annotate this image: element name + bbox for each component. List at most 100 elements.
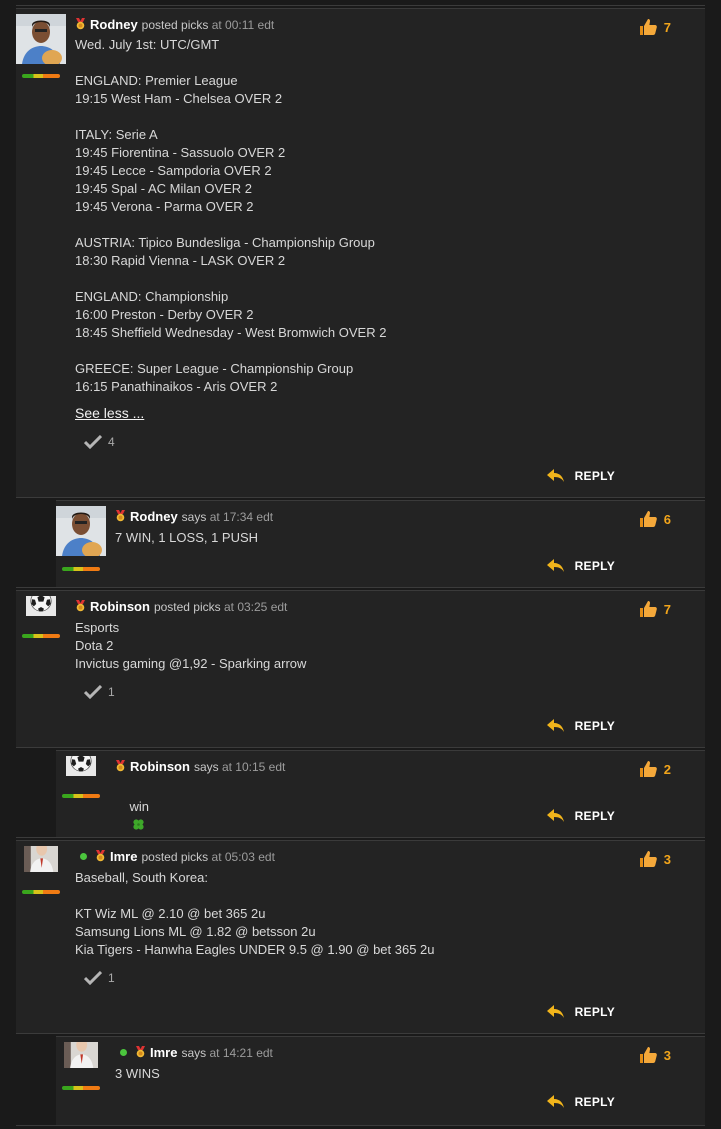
avatar-imre[interactable] bbox=[56, 1042, 106, 1076]
checkmark-icon bbox=[84, 435, 102, 449]
like-button[interactable]: 7 bbox=[638, 17, 671, 37]
reply-arrow-icon bbox=[547, 719, 565, 733]
avatar-robinson[interactable] bbox=[56, 756, 106, 786]
like-count: 3 bbox=[663, 851, 671, 867]
comment-time: at 17:34 edt bbox=[209, 510, 274, 524]
thumbs-up-icon bbox=[638, 509, 658, 529]
reply-button[interactable]: REPLY bbox=[547, 719, 615, 733]
like-button[interactable]: 3 bbox=[638, 1045, 671, 1065]
avatar-robinson[interactable] bbox=[16, 596, 66, 626]
avatar-rodney[interactable] bbox=[56, 506, 106, 556]
rank-bar bbox=[22, 634, 60, 638]
comment-text: win bbox=[129, 799, 149, 814]
check-number: 1 bbox=[108, 971, 115, 985]
reply-arrow-icon bbox=[547, 1005, 565, 1019]
rank-bar bbox=[62, 1086, 100, 1090]
thumbs-up-icon bbox=[638, 759, 658, 779]
thumbs-up-icon bbox=[638, 17, 658, 37]
reply-button[interactable]: REPLY bbox=[547, 559, 615, 573]
check-count[interactable]: 1 bbox=[84, 971, 115, 985]
reply-robinson: Robinson says at 10:15 edt 2 win REPLY bbox=[56, 750, 705, 837]
thumbs-up-icon bbox=[638, 1045, 658, 1065]
like-button[interactable]: 2 bbox=[638, 759, 671, 779]
comment-body: Baseball, South Korea: KT Wiz ML @ 2.10 … bbox=[75, 870, 435, 957]
reply-arrow-icon bbox=[547, 469, 565, 483]
medal-icon bbox=[115, 760, 126, 772]
comment-action: says bbox=[193, 760, 219, 774]
comment-time: at 14:21 edt bbox=[209, 1046, 273, 1060]
rank-bar bbox=[22, 74, 60, 78]
reply-label: REPLY bbox=[574, 559, 615, 573]
reply-button[interactable]: REPLY bbox=[547, 469, 615, 483]
like-button[interactable]: 7 bbox=[638, 599, 671, 619]
reply-arrow-icon bbox=[547, 809, 565, 823]
reply-label: REPLY bbox=[574, 1005, 615, 1019]
author-name[interactable]: Robinson bbox=[90, 599, 150, 614]
reply-label: REPLY bbox=[574, 719, 615, 733]
comment-header: Robinson says at 10:15 edt bbox=[115, 759, 285, 774]
comment-header: Imre says at 14:21 edt bbox=[120, 1045, 273, 1060]
reply-button[interactable]: REPLY bbox=[547, 1095, 615, 1109]
comment-header: Rodney says at 17:34 edt bbox=[115, 509, 273, 524]
reply-imre: Imre says at 14:21 edt 3 3 WINS REPLY bbox=[56, 1036, 705, 1125]
medal-icon bbox=[135, 1046, 146, 1058]
comment-action: says bbox=[181, 510, 207, 524]
online-dot-icon bbox=[120, 1049, 127, 1056]
comment-time: at 10:15 edt bbox=[221, 760, 286, 774]
reply-label: REPLY bbox=[574, 809, 615, 823]
avatar-imre[interactable] bbox=[16, 846, 66, 880]
comment-header: Rodney posted picks at 00:11 edt bbox=[75, 17, 274, 32]
comment-time: at 05:03 edt bbox=[211, 850, 275, 864]
like-count: 6 bbox=[663, 511, 671, 527]
comment-robinson-picks: Robinson posted picks at 03:25 edt 7 Espo… bbox=[16, 590, 705, 747]
rank-bar bbox=[62, 567, 100, 571]
like-count: 7 bbox=[663, 601, 671, 617]
like-button[interactable]: 6 bbox=[638, 509, 671, 529]
medal-icon bbox=[75, 18, 86, 30]
check-number: 1 bbox=[108, 685, 115, 699]
avatar-rodney[interactable] bbox=[16, 14, 66, 64]
online-dot-icon bbox=[80, 853, 87, 860]
reply-arrow-icon bbox=[547, 559, 565, 573]
comment-body: 7 WIN, 1 LOSS, 1 PUSH bbox=[115, 530, 259, 545]
rank-bar bbox=[22, 890, 60, 894]
check-count[interactable]: 4 bbox=[84, 435, 115, 449]
comment-body: 3 WINS bbox=[115, 1066, 160, 1081]
comment-action: posted picks bbox=[141, 850, 209, 864]
reply-button[interactable]: REPLY bbox=[547, 1005, 615, 1019]
comment-imre-picks: Imre posted picks at 05:03 edt 3 Baseball… bbox=[16, 840, 705, 1033]
like-count: 3 bbox=[663, 1047, 671, 1063]
comment-action: posted picks bbox=[141, 18, 209, 32]
medal-icon bbox=[115, 510, 126, 522]
author-name[interactable]: Rodney bbox=[90, 17, 138, 32]
comment-header: Imre posted picks at 05:03 edt bbox=[80, 849, 275, 864]
four-leaf-clover-icon bbox=[133, 819, 145, 830]
comment-action: posted picks bbox=[153, 600, 221, 614]
reply-arrow-icon bbox=[547, 1095, 565, 1109]
comment-header: Robinson posted picks at 03:25 edt bbox=[75, 599, 287, 614]
thumbs-up-icon bbox=[638, 599, 658, 619]
checkmark-icon bbox=[84, 971, 102, 985]
author-name[interactable]: Imre bbox=[110, 849, 137, 864]
reply-label: REPLY bbox=[574, 1095, 615, 1109]
reply-rodney: Rodney says at 17:34 edt 6 7 WIN, 1 LOSS,… bbox=[56, 500, 705, 587]
rank-bar bbox=[62, 794, 100, 798]
checkmark-icon bbox=[84, 685, 102, 699]
medal-icon bbox=[95, 850, 106, 862]
reply-button[interactable]: REPLY bbox=[547, 809, 615, 823]
author-name[interactable]: Imre bbox=[150, 1045, 177, 1060]
like-count: 7 bbox=[663, 19, 671, 35]
author-name[interactable]: Robinson bbox=[130, 759, 190, 774]
comment-body: Esports Dota 2 Invictus gaming @1,92 - S… bbox=[75, 620, 307, 671]
comment-time: at 00:11 edt bbox=[211, 18, 275, 32]
author-name[interactable]: Rodney bbox=[130, 509, 178, 524]
comment-rodney-picks: Rodney posted picks at 00:11 edt 7 Wed. J… bbox=[16, 8, 705, 497]
see-less-link[interactable]: See less ... bbox=[75, 405, 144, 421]
comment-time: at 03:25 edt bbox=[223, 600, 288, 614]
like-button[interactable]: 3 bbox=[638, 849, 671, 869]
reply-label: REPLY bbox=[574, 469, 615, 483]
comment-action: says bbox=[181, 1046, 207, 1060]
thumbs-up-icon bbox=[638, 849, 658, 869]
check-number: 4 bbox=[108, 435, 115, 449]
check-count[interactable]: 1 bbox=[84, 685, 115, 699]
